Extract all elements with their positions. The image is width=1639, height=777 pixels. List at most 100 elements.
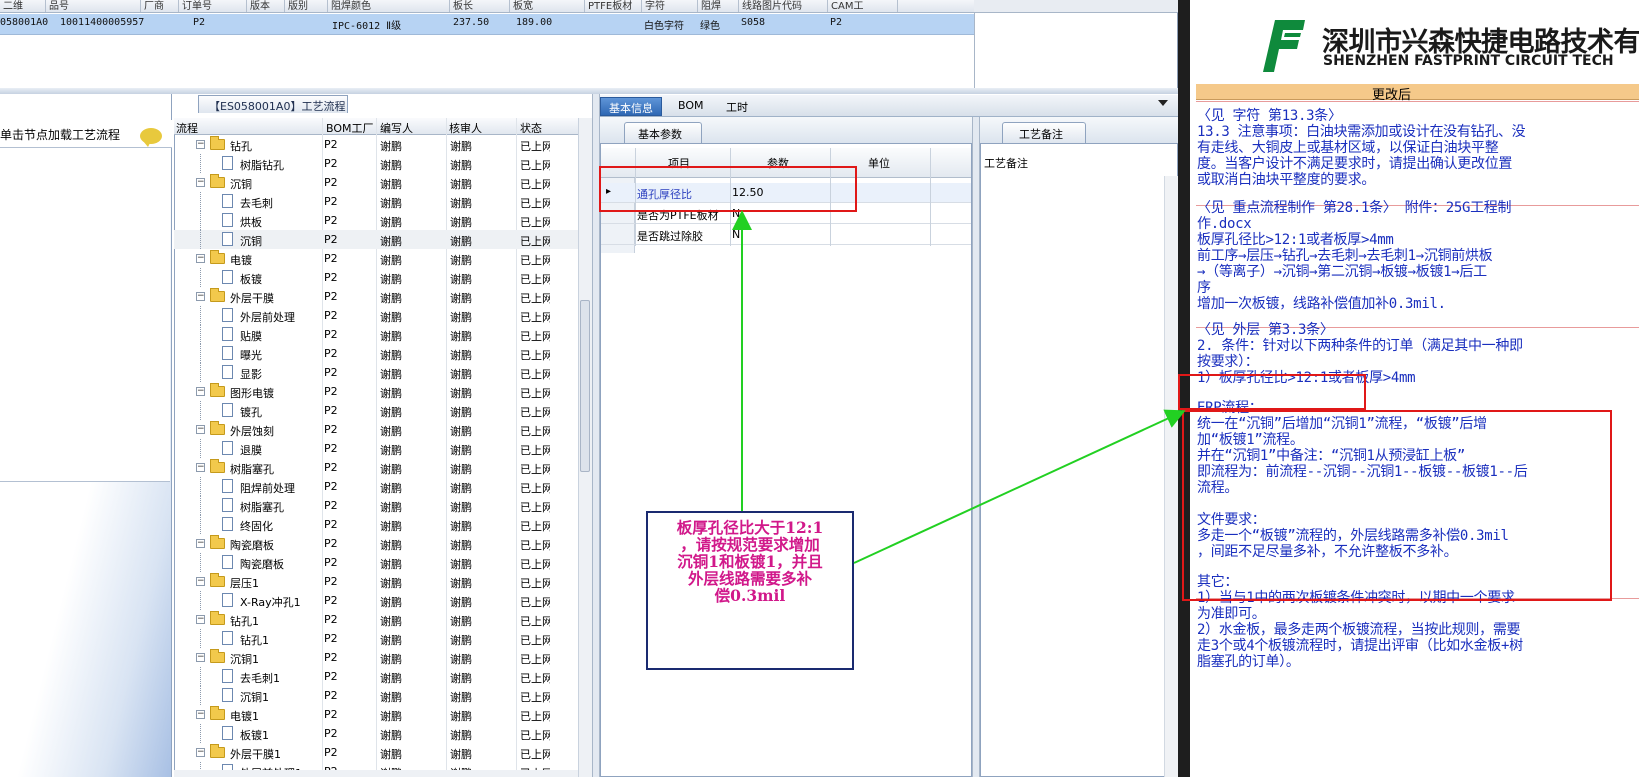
collapse-icon[interactable]: − — [196, 178, 205, 187]
tree-row[interactable]: − 钻孔1 P2 谢鹏 谢鹏 已上网 — [174, 610, 578, 629]
tree-row[interactable]: 沉铜1 P2 谢鹏 谢鹏 已上网 — [174, 686, 578, 705]
collapse-icon[interactable]: − — [196, 292, 205, 301]
tree-row[interactable]: 树脂钻孔 P2 谢鹏 谢鹏 已上网 — [174, 154, 578, 173]
col-bom[interactable]: BOM工厂 — [326, 120, 374, 136]
table-row-selected[interactable]: 058001A0 10011400005957 P2 IPC-6012 Ⅱ级 2… — [0, 14, 974, 35]
splitter-bar[interactable] — [0, 88, 1178, 94]
tree-row[interactable]: 曝光 P2 谢鹏 谢鹏 已上网 — [174, 344, 578, 363]
cell-reviewer: 谢鹏 — [450, 406, 472, 419]
param-row[interactable]: 是否跳过除胶 N — [601, 225, 971, 245]
tree-row[interactable]: 烘板 P2 谢鹏 谢鹏 已上网 — [174, 211, 578, 230]
node-label: 沉铜1 — [240, 691, 269, 704]
splitter[interactable] — [972, 117, 980, 777]
tree-row[interactable]: − 电镀 P2 谢鹏 谢鹏 已上网 — [174, 249, 578, 268]
tree-row[interactable]: 去毛刺1 P2 谢鹏 谢鹏 已上网 — [174, 667, 578, 686]
cell-bom: P2 — [324, 328, 338, 341]
node-label: 沉铜1 — [230, 653, 259, 666]
tree-row[interactable]: 镀孔 P2 谢鹏 谢鹏 已上网 — [174, 401, 578, 420]
tree-scroll-thumb[interactable] — [580, 300, 590, 472]
tree-row[interactable]: 树脂塞孔 P2 谢鹏 谢鹏 已上网 — [174, 496, 578, 515]
collapse-icon[interactable]: − — [196, 539, 205, 548]
folder-icon — [210, 706, 225, 720]
tree-row[interactable]: 终固化 P2 谢鹏 谢鹏 已上网 — [174, 515, 578, 534]
tree-row[interactable]: − 钻孔 P2 谢鹏 谢鹏 已上网 — [174, 135, 578, 154]
tree-row[interactable]: X-Ray冲孔1 P2 谢鹏 谢鹏 已上网 — [174, 591, 578, 610]
tree-hscrollbar[interactable] — [174, 770, 578, 777]
col-header[interactable]: 订单号 — [179, 0, 247, 12]
tree-row[interactable]: 去毛刺 P2 谢鹏 谢鹏 已上网 — [174, 192, 578, 211]
tree-row[interactable]: − 沉铜 P2 谢鹏 谢鹏 已上网 — [174, 173, 578, 192]
col-header[interactable]: 板长 — [450, 0, 510, 12]
tree-row[interactable]: 显影 P2 谢鹏 谢鹏 已上网 — [174, 363, 578, 382]
collapse-icon[interactable]: − — [196, 577, 205, 586]
col-header[interactable]: 版别 — [285, 0, 328, 12]
tree-row[interactable]: 板镀 P2 谢鹏 谢鹏 已上网 — [174, 268, 578, 287]
tree-line — [200, 439, 201, 458]
collapse-icon[interactable]: − — [196, 425, 205, 434]
cell-writer: 谢鹏 — [380, 292, 402, 305]
tree-title-tab[interactable]: 【ES058001A0】工艺流程 — [198, 95, 348, 113]
tab-craft-remark[interactable]: 工艺备注 — [1002, 122, 1086, 143]
col-header[interactable]: 二维 — [0, 0, 46, 12]
collapse-icon[interactable]: − — [196, 463, 205, 472]
col-flow[interactable]: 流程 — [176, 120, 198, 136]
remark-scrollbar[interactable] — [1164, 176, 1178, 777]
tree-row[interactable]: 贴膜 P2 谢鹏 谢鹏 已上网 — [174, 325, 578, 344]
cell-status: 已上网 — [520, 349, 550, 362]
tree-line — [200, 344, 201, 363]
tree-row[interactable]: − 沉铜1 P2 谢鹏 谢鹏 已上网 — [174, 648, 578, 667]
col-header[interactable]: 厂商 — [141, 0, 179, 12]
col-header[interactable]: 品号 — [46, 0, 141, 12]
col-status[interactable]: 状态 — [520, 120, 542, 136]
tree-row[interactable]: 钻孔1 P2 谢鹏 谢鹏 已上网 — [174, 629, 578, 648]
tab-bom[interactable]: BOM — [670, 97, 712, 116]
tree-row[interactable]: 外层前处理 P2 谢鹏 谢鹏 已上网 — [174, 306, 578, 325]
col-header[interactable]: PTFE板材 — [585, 0, 642, 12]
craft-remark-panel[interactable] — [980, 143, 1178, 777]
col-header[interactable]: 线路图片代码 — [739, 0, 828, 12]
col-header[interactable]: CAM工 — [828, 0, 898, 12]
tree-row[interactable]: − 树脂塞孔 P2 谢鹏 谢鹏 已上网 — [174, 458, 578, 477]
node-label: 树脂钻孔 — [240, 159, 284, 172]
document-icon — [222, 156, 233, 170]
tree-row[interactable]: − 图形电镀 P2 谢鹏 谢鹏 已上网 — [174, 382, 578, 401]
tab-hours[interactable]: 工时 — [718, 97, 756, 116]
col-header[interactable]: 阻焊 — [698, 0, 739, 12]
collapse-icon[interactable]: − — [196, 140, 205, 149]
tree-row[interactable]: 阻焊前处理 P2 谢鹏 谢鹏 已上网 — [174, 477, 578, 496]
tree-row[interactable]: − 电镀1 P2 谢鹏 谢鹏 已上网 — [174, 705, 578, 724]
param-value[interactable]: N — [732, 228, 740, 241]
tree-row[interactable]: − 层压1 P2 谢鹏 谢鹏 已上网 — [174, 572, 578, 591]
tree-row[interactable]: − 外层蚀刻 P2 谢鹏 谢鹏 已上网 — [174, 420, 578, 439]
cell-status: 已上网 — [520, 444, 550, 457]
collapse-icon[interactable]: − — [196, 710, 205, 719]
cell-bom: P2 — [324, 271, 338, 284]
col-reviewer[interactable]: 核审人 — [449, 120, 482, 136]
tree-row[interactable]: − 外层干膜 P2 谢鹏 谢鹏 已上网 — [174, 287, 578, 306]
tree-row[interactable]: 退膜 P2 谢鹏 谢鹏 已上网 — [174, 439, 578, 458]
col-header[interactable]: 字符 — [642, 0, 698, 12]
col-header[interactable]: 版本 — [247, 0, 285, 12]
cell-status: 已上网 — [520, 235, 550, 248]
tree-row[interactable]: 板镀1 P2 谢鹏 谢鹏 已上网 — [174, 724, 578, 743]
collapse-icon[interactable]: − — [196, 748, 205, 757]
col-header[interactable]: 阻焊颜色 — [328, 0, 450, 12]
collapse-icon[interactable]: − — [196, 387, 205, 396]
col-unit: 单位 — [868, 157, 890, 170]
cell-status: 已上网 — [520, 539, 550, 552]
tree-row[interactable]: 沉铜 P2 谢鹏 谢鹏 已上网 — [174, 230, 578, 249]
chat-bubble-icon[interactable] — [140, 128, 162, 147]
collapse-icon[interactable]: − — [196, 615, 205, 624]
col-header[interactable]: 板宽 — [510, 0, 585, 12]
tree-row[interactable]: − 陶瓷磨板 P2 谢鹏 谢鹏 已上网 — [174, 534, 578, 553]
collapse-icon[interactable]: − — [196, 254, 205, 263]
tree-row[interactable]: − 外层干膜1 P2 谢鹏 谢鹏 已上网 — [174, 743, 578, 762]
collapse-icon[interactable]: − — [196, 653, 205, 662]
tab-basic-info[interactable]: 基本信息 — [600, 97, 662, 116]
cell-silk: 白色字符 — [644, 21, 684, 32]
tab-basic-params[interactable]: 基本参数 — [624, 122, 702, 143]
chevron-down-icon[interactable] — [1158, 100, 1168, 106]
document-icon — [222, 479, 233, 493]
tree-row[interactable]: 陶瓷磨板 P2 谢鹏 谢鹏 已上网 — [174, 553, 578, 572]
col-writer[interactable]: 编写人 — [380, 120, 413, 136]
